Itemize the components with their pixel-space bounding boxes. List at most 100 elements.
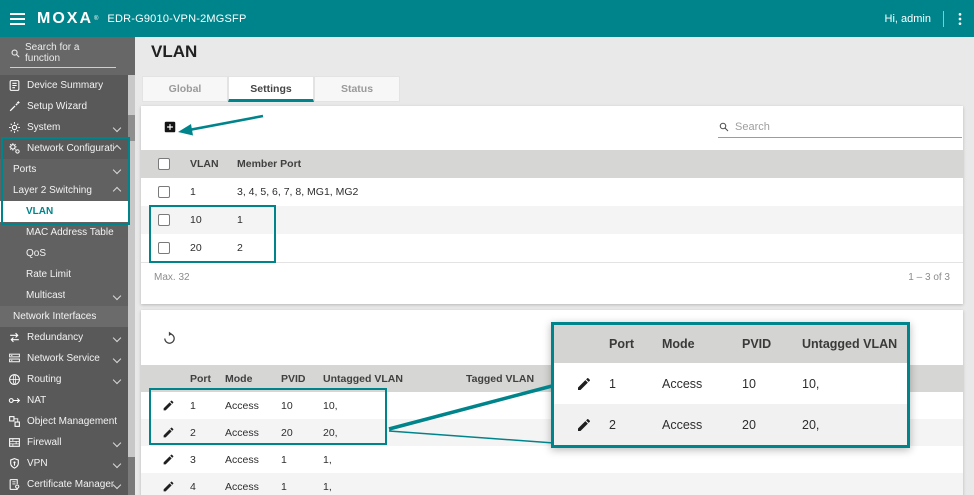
sidebar-item-object-management[interactable]: Object Management	[0, 411, 128, 432]
sidebar-item-routing[interactable]: Routing	[0, 369, 128, 390]
table-row: 1 Access 10 10,	[554, 363, 907, 404]
kebab-menu-icon[interactable]	[952, 11, 968, 27]
menu-icon[interactable]	[10, 12, 25, 25]
chevron-down-icon	[112, 375, 122, 384]
sidebar-item-label: QoS	[26, 248, 47, 259]
tab-status[interactable]: Status	[314, 76, 400, 102]
port-mode: Access	[225, 453, 259, 466]
sidebar-item-redundancy[interactable]: Redundancy	[0, 327, 128, 348]
edit-icon[interactable]	[162, 399, 175, 412]
sidebar-item-label: Routing	[27, 374, 62, 385]
sidebar-item-qos[interactable]: QoS	[0, 243, 128, 264]
header-divider	[943, 10, 944, 27]
page-title: VLAN	[151, 42, 198, 61]
sidebar-item-mac-address-table[interactable]: MAC Address Table	[0, 222, 128, 243]
network-configuration-icon	[8, 142, 21, 155]
sidebar-item-ports[interactable]: Ports	[0, 159, 128, 180]
port-mode: Access	[225, 399, 259, 412]
sidebar-item-label: Redundancy	[27, 332, 84, 343]
sidebar-item-network-configuration[interactable]: Network Configuration	[0, 138, 128, 159]
port-untagged-vlan: 10,	[323, 399, 338, 412]
port-pvid: 1	[281, 480, 287, 493]
member-port: 2	[237, 242, 243, 254]
tab-settings[interactable]: Settings	[228, 76, 314, 102]
member-port: 3, 4, 5, 6, 7, 8, MG1, MG2	[237, 186, 359, 198]
chevron-down-icon	[112, 291, 122, 300]
vlan-id: 1	[190, 186, 196, 198]
edit-icon[interactable]	[162, 426, 175, 439]
registered-mark: ®	[94, 15, 99, 22]
member-port: 1	[237, 214, 243, 226]
edit-icon[interactable]	[576, 417, 592, 433]
object-management-icon	[8, 415, 21, 428]
tab-global[interactable]: Global	[142, 76, 228, 102]
sidebar-item-network-service[interactable]: Network Service	[0, 348, 128, 369]
chevron-down-icon	[112, 333, 122, 342]
column-header-port: Port	[190, 372, 211, 385]
sidebar-item-system[interactable]: System	[0, 117, 128, 138]
search-icon	[11, 49, 20, 58]
edit-icon[interactable]	[576, 376, 592, 392]
zoom-callout-panel: Port Mode PVID Untagged VLAN 1 Access 10…	[551, 322, 910, 448]
vlan-table-header: VLAN Member Port	[141, 150, 963, 178]
port-pvid: 10	[281, 399, 293, 412]
scrollbar-thumb[interactable]	[128, 115, 135, 141]
routing-icon	[8, 373, 21, 386]
sidebar-item-certificate-management[interactable]: Certificate Management	[0, 474, 128, 495]
sidebar-item-label: Rate Limit	[26, 269, 72, 280]
select-all-checkbox[interactable]	[158, 158, 170, 170]
port-number: 2	[190, 426, 196, 439]
sidebar-item-rate-limit[interactable]: Rate Limit	[0, 264, 128, 285]
row-checkbox[interactable]	[158, 242, 170, 254]
port-untagged-vlan: 10,	[802, 376, 820, 391]
port-number: 1	[190, 399, 196, 412]
app-header: MOXA ® EDR-G9010-VPN-2MGSFP Hi, admin	[0, 0, 974, 37]
sidebar-item-label: Object Management	[27, 416, 118, 427]
edit-icon[interactable]	[162, 480, 175, 493]
chevron-up-icon	[112, 144, 122, 153]
sidebar-item-device-summary[interactable]: Device Summary	[0, 75, 128, 96]
chevron-down-icon	[112, 459, 122, 468]
port-number: 1	[609, 376, 616, 391]
port-pvid: 20	[742, 417, 756, 432]
row-checkbox[interactable]	[158, 186, 170, 198]
sidebar-item-setup-wizard[interactable]: Setup Wizard	[0, 96, 128, 117]
user-greeting: Hi, admin	[884, 12, 931, 25]
device-summary-icon	[8, 79, 21, 92]
sidebar-item-layer-2-switching[interactable]: Layer 2 Switching	[0, 180, 128, 201]
sidebar-item-nat[interactable]: NAT	[0, 390, 128, 411]
chevron-down-icon	[112, 354, 122, 363]
sidebar-item-firewall[interactable]: Firewall	[0, 432, 128, 453]
sidebar-scrollbar[interactable]	[128, 75, 135, 495]
edit-icon[interactable]	[162, 453, 175, 466]
table-row: 20 2	[141, 234, 963, 262]
add-vlan-button[interactable]	[163, 120, 177, 134]
port-mode: Access	[225, 426, 259, 439]
chevron-down-icon	[112, 480, 122, 489]
sidebar-search-input[interactable]: Search for a function	[0, 37, 135, 75]
port-untagged-vlan: 20,	[323, 426, 338, 439]
scrollbar-bottom	[128, 457, 135, 495]
add-box-icon	[164, 121, 176, 133]
sidebar-item-vpn[interactable]: VPN	[0, 453, 128, 474]
sidebar-item-network-interfaces[interactable]: Network Interfaces	[0, 306, 128, 327]
vlan-search-input[interactable]: Search	[718, 121, 962, 138]
sidebar-item-label: Network Service	[27, 353, 100, 364]
column-header-pvid: PVID	[281, 372, 306, 385]
setup-wizard-icon	[8, 100, 21, 113]
port-mode: Access	[662, 376, 703, 391]
row-checkbox[interactable]	[158, 214, 170, 226]
sidebar-item-label: MAC Address Table	[26, 227, 114, 238]
tab-bar: Global Settings Status	[142, 76, 400, 102]
sidebar-item-multicast[interactable]: Multicast	[0, 285, 128, 306]
port-untagged-vlan: 20,	[802, 417, 820, 432]
nat-icon	[8, 394, 21, 407]
sidebar-item-label: Certificate Management	[27, 479, 114, 490]
chevron-down-icon	[112, 123, 122, 132]
port-mode: Access	[225, 480, 259, 493]
sidebar-item-vlan[interactable]: VLAN	[0, 201, 128, 222]
sidebar-item-label: VPN	[27, 458, 48, 469]
refresh-button[interactable]	[162, 331, 177, 346]
refresh-icon	[164, 331, 175, 344]
header-right: Hi, admin	[884, 10, 968, 27]
